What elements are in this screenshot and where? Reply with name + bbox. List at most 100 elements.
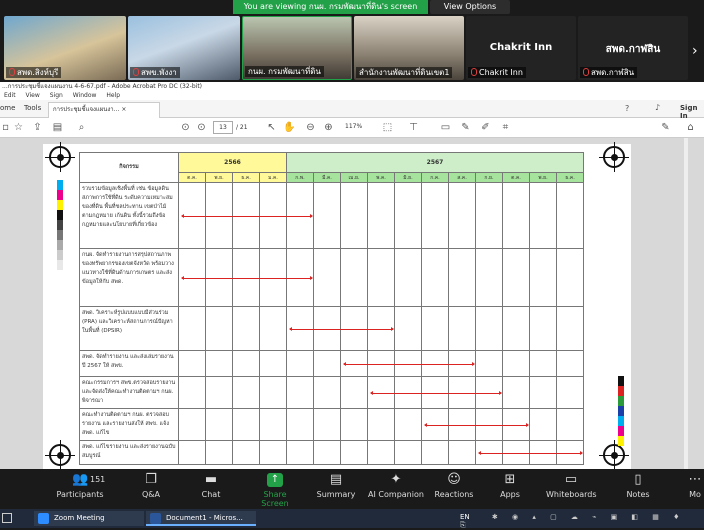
month-cell (313, 350, 341, 377)
share-screen-button[interactable]: ↑ Share Screen (249, 473, 301, 508)
qa-icon: ❐ (145, 472, 157, 487)
month-header: มี.ค. (313, 172, 341, 183)
month-cell (340, 248, 368, 307)
zoom-in-icon[interactable]: ⊕ (323, 122, 334, 133)
select-cursor-icon[interactable]: ↖ (266, 122, 277, 133)
month-cell (367, 376, 502, 409)
ai-companion-button[interactable]: ✦ AI Companion (368, 473, 424, 500)
month-cell (556, 408, 584, 441)
month-cell (367, 248, 395, 307)
upload-icon[interactable]: ⇪ (32, 122, 43, 133)
reactions-button[interactable]: ☺ Reactions (434, 473, 474, 500)
highlight-icon[interactable]: ✐ (480, 122, 491, 133)
month-cell (502, 440, 530, 465)
lock-icon[interactable]: ⌂ (685, 122, 696, 133)
language-indicator[interactable]: EN (460, 513, 470, 521)
print-icon[interactable]: ▤ (52, 122, 63, 133)
month-cell (475, 408, 503, 441)
activity-cell: สพด. แก้ไขรายงาน และส่งรายงานฉบับสมบูรณ์ (79, 440, 179, 465)
star-icon[interactable]: ☆ (13, 122, 24, 133)
zoom-out-icon[interactable]: ⊖ (305, 122, 316, 133)
notes-button[interactable]: ▯ Notes (624, 473, 652, 500)
participant-tile[interactable]: สพด.สิงห์บุรี (4, 16, 126, 80)
next-page-arrow-icon[interactable]: › (692, 40, 704, 62)
month-header: ก.พ. (286, 172, 314, 183)
edit-icon[interactable]: ✎ (660, 122, 671, 133)
month-cell (367, 440, 395, 465)
vertical-scrollbar[interactable] (684, 138, 688, 469)
summary-icon: ▤ (329, 472, 343, 487)
tab-tools[interactable]: Tools (24, 104, 41, 112)
word-document-taskbar-item[interactable]: Document1 - Micros... (146, 511, 256, 526)
bell-icon[interactable]: ♪ (655, 103, 660, 112)
whiteboards-button[interactable]: ▭ Whiteboards (546, 473, 597, 500)
tray-icons[interactable]: ✱ ◉ ▴ ▢ ☁ ⌁ ▣ ◧ ▦ ♦ ⎘ (460, 513, 685, 529)
attach-icon[interactable]: ⌗ (500, 122, 511, 133)
participant-tile[interactable]: กนผ. กรมพัฒนาที่ดิน (242, 16, 352, 80)
help-icon[interactable]: ? (625, 104, 629, 113)
month-cell (232, 182, 260, 249)
view-options-button[interactable]: View Options (430, 0, 510, 14)
month-cell (475, 350, 503, 377)
month-cell (394, 248, 422, 307)
comment-icon[interactable]: ▭ (440, 122, 451, 133)
month-cell (421, 408, 529, 441)
page-down-icon[interactable]: ⊙ (196, 122, 207, 133)
month-header: ต.ค. (502, 172, 530, 183)
month-cell (475, 376, 503, 409)
participant-tile[interactable]: สำนักงานพัฒนาที่ดินเขต1 (354, 16, 464, 80)
tab-home[interactable]: ome (0, 104, 15, 112)
pen-icon[interactable]: ✎ (460, 122, 471, 133)
apps-button[interactable]: ⊞ Apps (496, 473, 524, 500)
month-cell (178, 248, 313, 307)
zoom-meeting-taskbar-item[interactable]: Zoom Meeting (34, 511, 144, 526)
menu-view[interactable]: View (26, 92, 40, 99)
viewing-screen-banner: You are viewing กนผ. กรมพัฒนาที่ดิน's sc… (233, 0, 428, 14)
qa-button[interactable]: ❐ Q&A (134, 472, 168, 500)
month-header: เม.ย. (340, 172, 368, 183)
month-cell (394, 440, 422, 465)
month-cell (178, 440, 206, 465)
month-cell (205, 306, 233, 351)
mic-muted-icon (583, 68, 589, 76)
mic-muted-icon (9, 68, 15, 76)
zoom-level-select[interactable]: 117% (345, 123, 362, 130)
month-cell (556, 306, 584, 351)
activity-cell: กนผ. จัดทำรายงานการสรุปสถานภาพของทรัพยาก… (79, 248, 179, 307)
month-cell (259, 350, 287, 377)
participant-name: สพข.พังงา (130, 67, 180, 78)
window-title: ...การประชุมชี้แจงแผนงาน 4-6-67.pdf - Ad… (0, 82, 704, 91)
participant-tile[interactable]: Chakrit Inn Chakrit Inn (466, 16, 576, 80)
menu-sign[interactable]: Sign (50, 92, 63, 99)
acrobat-window: ...การประชุมชี้แจงแผนงาน 4-6-67.pdf - Ad… (0, 82, 704, 470)
document-viewport[interactable]: กิจกรรม 2566 2567 ต.ค. พ.ย. ธ.ค. ม.ค. ก.พ. มี… (0, 138, 704, 470)
page-number-input[interactable]: 13 (213, 121, 233, 134)
search-icon[interactable]: ⌕ (76, 122, 87, 133)
participant-name: สพด.กาฬสิน (580, 67, 638, 78)
tab-document[interactable]: การประชุมชี้แจงแผนงา... × (48, 102, 160, 118)
chat-button[interactable]: ▬ Chat (196, 473, 226, 500)
menu-window[interactable]: Window (73, 92, 97, 99)
menu-help[interactable]: Help (106, 92, 120, 99)
stamp-icon[interactable]: ⊤ (408, 122, 419, 133)
menu-edit[interactable]: Edit (4, 92, 16, 99)
month-cell (340, 376, 368, 409)
hand-tool-icon[interactable]: ✋ (283, 122, 295, 133)
month-cell (502, 350, 530, 377)
more-button[interactable]: ⋯ Mo (686, 473, 704, 499)
participant-tile[interactable]: สพด.กาฬสิน สพด.กาฬสิน (578, 16, 688, 80)
summary-button[interactable]: ▤ Summary (316, 472, 356, 500)
color-bar-right (618, 376, 624, 446)
table-row: คณะกรรมการฯ สพข.ตรวจสอบรายงานและจัดส่งให… (79, 376, 584, 409)
month-cell (313, 306, 341, 351)
month-cell (475, 248, 503, 307)
start-icon[interactable] (2, 513, 12, 523)
activity-cell: คณะทำงานติดตามฯ กนผ. ตรวจสอบรายงาน และรา… (79, 408, 179, 441)
participant-name: สำนักงานพัฒนาที่ดินเขต1 (356, 67, 453, 78)
participant-tile[interactable]: สพข.พังงา (128, 16, 240, 80)
page-up-icon[interactable]: ⊙ (180, 122, 191, 133)
bookmark-icon[interactable]: ▫ (0, 122, 11, 133)
fit-page-icon[interactable]: ⬚ (382, 122, 393, 133)
month-cell (556, 376, 584, 409)
close-icon[interactable]: × (121, 106, 126, 113)
